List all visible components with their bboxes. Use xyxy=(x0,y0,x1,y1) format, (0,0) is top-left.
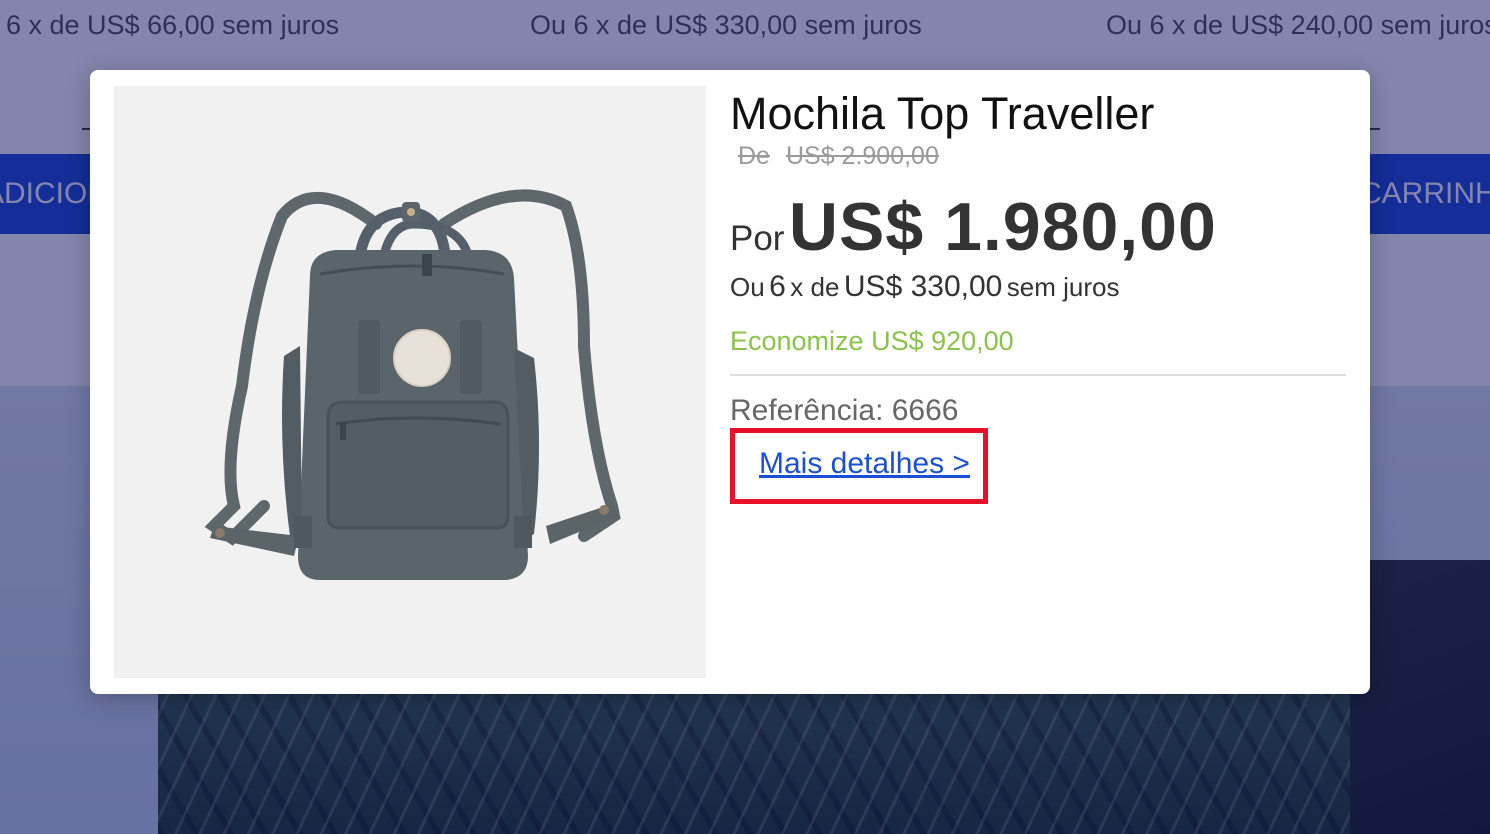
product-info-panel: Mochila Top Traveller De US$ 2.900,00 Por… xyxy=(730,70,1346,694)
installment-value: US$ 330,00 xyxy=(843,270,1003,303)
product-reference: Referência: 6666 xyxy=(730,394,959,427)
price-prefix: Por xyxy=(730,219,785,258)
divider xyxy=(730,374,1346,376)
storefront-page: 6 x de US$ 66,00 sem juros Ou 6 x de US$… xyxy=(0,0,1490,834)
savings-text: Economize US$ 920,00 xyxy=(730,326,1014,356)
current-price: Por US$ 1.980,00 xyxy=(730,188,1217,266)
old-price: De US$ 2.900,00 xyxy=(738,142,939,171)
old-price-value: US$ 2.900,00 xyxy=(785,142,939,170)
product-title: Mochila Top Traveller xyxy=(730,88,1155,139)
old-price-prefix: De xyxy=(738,142,770,170)
backpack-image xyxy=(114,86,706,678)
product-quick-view-modal: Mochila Top Traveller De US$ 2.900,00 Por… xyxy=(90,70,1370,694)
installment-prefix: Ou xyxy=(730,272,765,302)
installment-info: Ou 6 x de US$ 330,00 sem juros xyxy=(730,270,1120,304)
highlight-box: Mais detalhes > xyxy=(730,428,988,504)
installment-count: 6 xyxy=(769,270,786,303)
price-value: US$ 1.980,00 xyxy=(788,189,1217,265)
more-details-link[interactable]: Mais detalhes > xyxy=(759,447,970,481)
installment-x-de: x de xyxy=(790,272,840,302)
installment-suffix: sem juros xyxy=(1006,272,1120,302)
